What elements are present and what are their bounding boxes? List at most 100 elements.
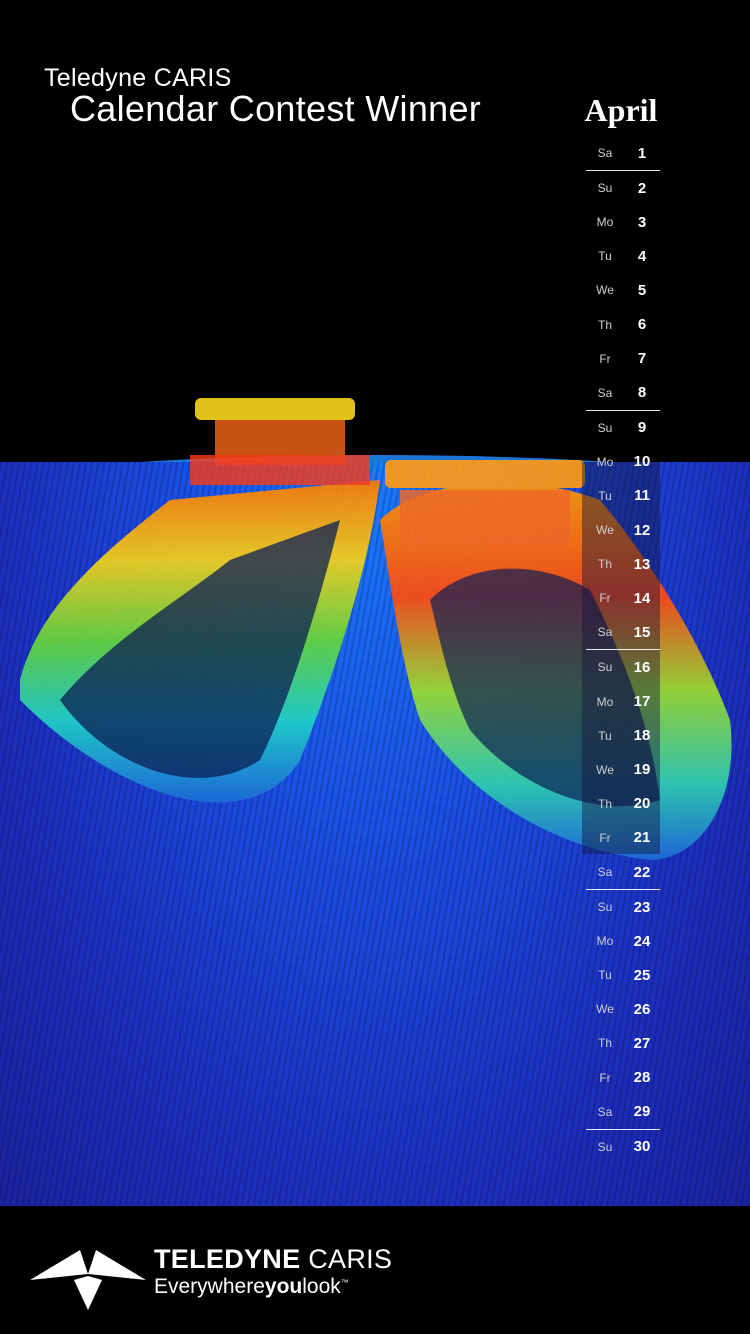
day-number: 6 bbox=[637, 316, 647, 334]
day-number: 10 bbox=[633, 453, 651, 471]
day-number: 14 bbox=[633, 589, 651, 607]
day-of-week: Fr bbox=[599, 591, 611, 606]
day-number: 1 bbox=[637, 144, 647, 162]
day-of-week: Tu bbox=[598, 488, 612, 503]
day-of-week: Tu bbox=[598, 728, 612, 743]
brand-name-bold: TELEDYNE bbox=[154, 1244, 301, 1274]
day-of-week: Fr bbox=[599, 1070, 611, 1085]
calendar-day-1: Sa 1 bbox=[586, 136, 660, 170]
day-number: 8 bbox=[637, 384, 647, 402]
trademark-mark: ™ bbox=[340, 1278, 349, 1287]
calendar-day-19: We 19 bbox=[586, 753, 660, 787]
calendar-day-23: Su 23 bbox=[586, 889, 660, 924]
day-number: 5 bbox=[637, 281, 647, 299]
tagline: Everywhereyoulook™ bbox=[154, 1275, 349, 1299]
calendar-day-4: Tu 4 bbox=[586, 239, 660, 273]
day-of-week: Mo bbox=[596, 215, 614, 230]
day-number: 2 bbox=[637, 179, 647, 197]
day-of-week: Tu bbox=[598, 968, 612, 983]
calendar-day-11: Tu 11 bbox=[586, 479, 660, 513]
day-number: 19 bbox=[633, 761, 651, 779]
day-of-week: Sa bbox=[597, 385, 613, 400]
calendar-day-30: Su 30 bbox=[586, 1128, 660, 1164]
left-wreck bbox=[20, 398, 380, 803]
day-number: 22 bbox=[633, 863, 651, 881]
day-of-week: We bbox=[596, 283, 614, 298]
calendar-day-12: We 12 bbox=[586, 513, 660, 547]
tagline-bold: you bbox=[264, 1275, 303, 1298]
calendar-day-26: We 26 bbox=[586, 992, 660, 1026]
day-of-week: Tu bbox=[598, 249, 612, 264]
calendar-day-7: Fr 7 bbox=[586, 342, 660, 376]
calendar-day-9: Su 9 bbox=[586, 409, 660, 445]
calendar-day-21: Fr 21 bbox=[586, 821, 660, 855]
page-title: Calendar Contest Winner bbox=[70, 88, 482, 129]
day-of-week: Th bbox=[597, 557, 612, 572]
brand-name-rest: CARIS bbox=[300, 1244, 393, 1274]
calendar-day-24: Mo 24 bbox=[586, 924, 660, 958]
day-of-week: Fr bbox=[599, 830, 611, 845]
day-of-week: Su bbox=[597, 420, 613, 435]
calendar-list: Sa 1 Su 2 Mo 3 Tu 4 We 5 Th 6 Fr 7 Sa 8 Su 9 Mo 10 Tu 11 We 12 T… bbox=[586, 136, 660, 1164]
day-of-week: Su bbox=[597, 1139, 613, 1154]
day-number: 9 bbox=[637, 419, 647, 437]
day-number: 28 bbox=[633, 1069, 651, 1087]
day-of-week: Fr bbox=[599, 351, 611, 366]
day-of-week: Su bbox=[597, 181, 613, 196]
tagline-post: look bbox=[302, 1275, 341, 1298]
day-of-week: Su bbox=[597, 660, 613, 675]
calendar-day-22: Sa 22 bbox=[586, 855, 660, 889]
calendar-day-13: Th 13 bbox=[586, 547, 660, 581]
day-number: 23 bbox=[633, 898, 651, 916]
day-of-week: Mo bbox=[596, 934, 614, 949]
day-of-week: Th bbox=[597, 796, 612, 811]
day-number: 4 bbox=[637, 247, 647, 265]
day-number: 17 bbox=[633, 693, 651, 711]
calendar-day-15: Sa 15 bbox=[586, 615, 660, 649]
calendar-day-3: Mo 3 bbox=[586, 205, 660, 239]
day-number: 7 bbox=[637, 350, 647, 368]
right-wreck bbox=[380, 460, 732, 860]
day-number: 25 bbox=[633, 966, 651, 984]
day-of-week: Sa bbox=[597, 865, 613, 880]
day-of-week: Sa bbox=[597, 146, 613, 161]
calendar-day-25: Tu 25 bbox=[586, 958, 660, 992]
day-number: 20 bbox=[633, 795, 651, 813]
day-number: 26 bbox=[633, 1000, 651, 1018]
day-of-week: We bbox=[596, 1002, 614, 1017]
day-of-week: Mo bbox=[596, 694, 614, 709]
day-number: 3 bbox=[637, 213, 647, 231]
calendar-day-8: Sa 8 bbox=[586, 376, 660, 410]
calendar-day-29: Sa 29 bbox=[586, 1095, 660, 1129]
month-title: April bbox=[584, 92, 658, 128]
day-of-week: Th bbox=[597, 317, 612, 332]
calendar-day-28: Fr 28 bbox=[586, 1061, 660, 1095]
footer: TELEDYNE CARIS Everywhereyoulook™ bbox=[0, 1206, 750, 1334]
day-number: 12 bbox=[633, 521, 651, 539]
day-of-week: Sa bbox=[597, 1104, 613, 1119]
calendar-day-2: Su 2 bbox=[586, 170, 660, 205]
calendar-day-27: Th 27 bbox=[586, 1026, 660, 1060]
day-of-week: We bbox=[596, 523, 614, 538]
day-number: 16 bbox=[633, 658, 651, 676]
calendar-day-6: Th 6 bbox=[586, 307, 660, 341]
calendar-day-14: Fr 14 bbox=[586, 581, 660, 615]
day-of-week: Mo bbox=[596, 454, 614, 469]
calendar-day-10: Mo 10 bbox=[586, 445, 660, 479]
calendar-day-18: Tu 18 bbox=[586, 719, 660, 753]
day-of-week: Th bbox=[597, 1036, 612, 1051]
brand-name: TELEDYNE CARIS bbox=[154, 1244, 392, 1275]
calendar-day-20: Th 20 bbox=[586, 787, 660, 821]
day-number: 21 bbox=[633, 829, 651, 847]
day-number: 11 bbox=[634, 487, 650, 505]
day-of-week: Su bbox=[597, 900, 613, 915]
day-number: 30 bbox=[633, 1138, 651, 1156]
day-number: 18 bbox=[633, 727, 651, 745]
day-of-week: We bbox=[596, 762, 614, 777]
day-number: 15 bbox=[633, 623, 651, 641]
calendar-day-16: Su 16 bbox=[586, 649, 660, 684]
day-of-week: Sa bbox=[597, 625, 613, 640]
day-number: 24 bbox=[633, 932, 651, 950]
day-number: 27 bbox=[633, 1034, 651, 1052]
tagline-pre: Everywhere bbox=[154, 1275, 265, 1298]
